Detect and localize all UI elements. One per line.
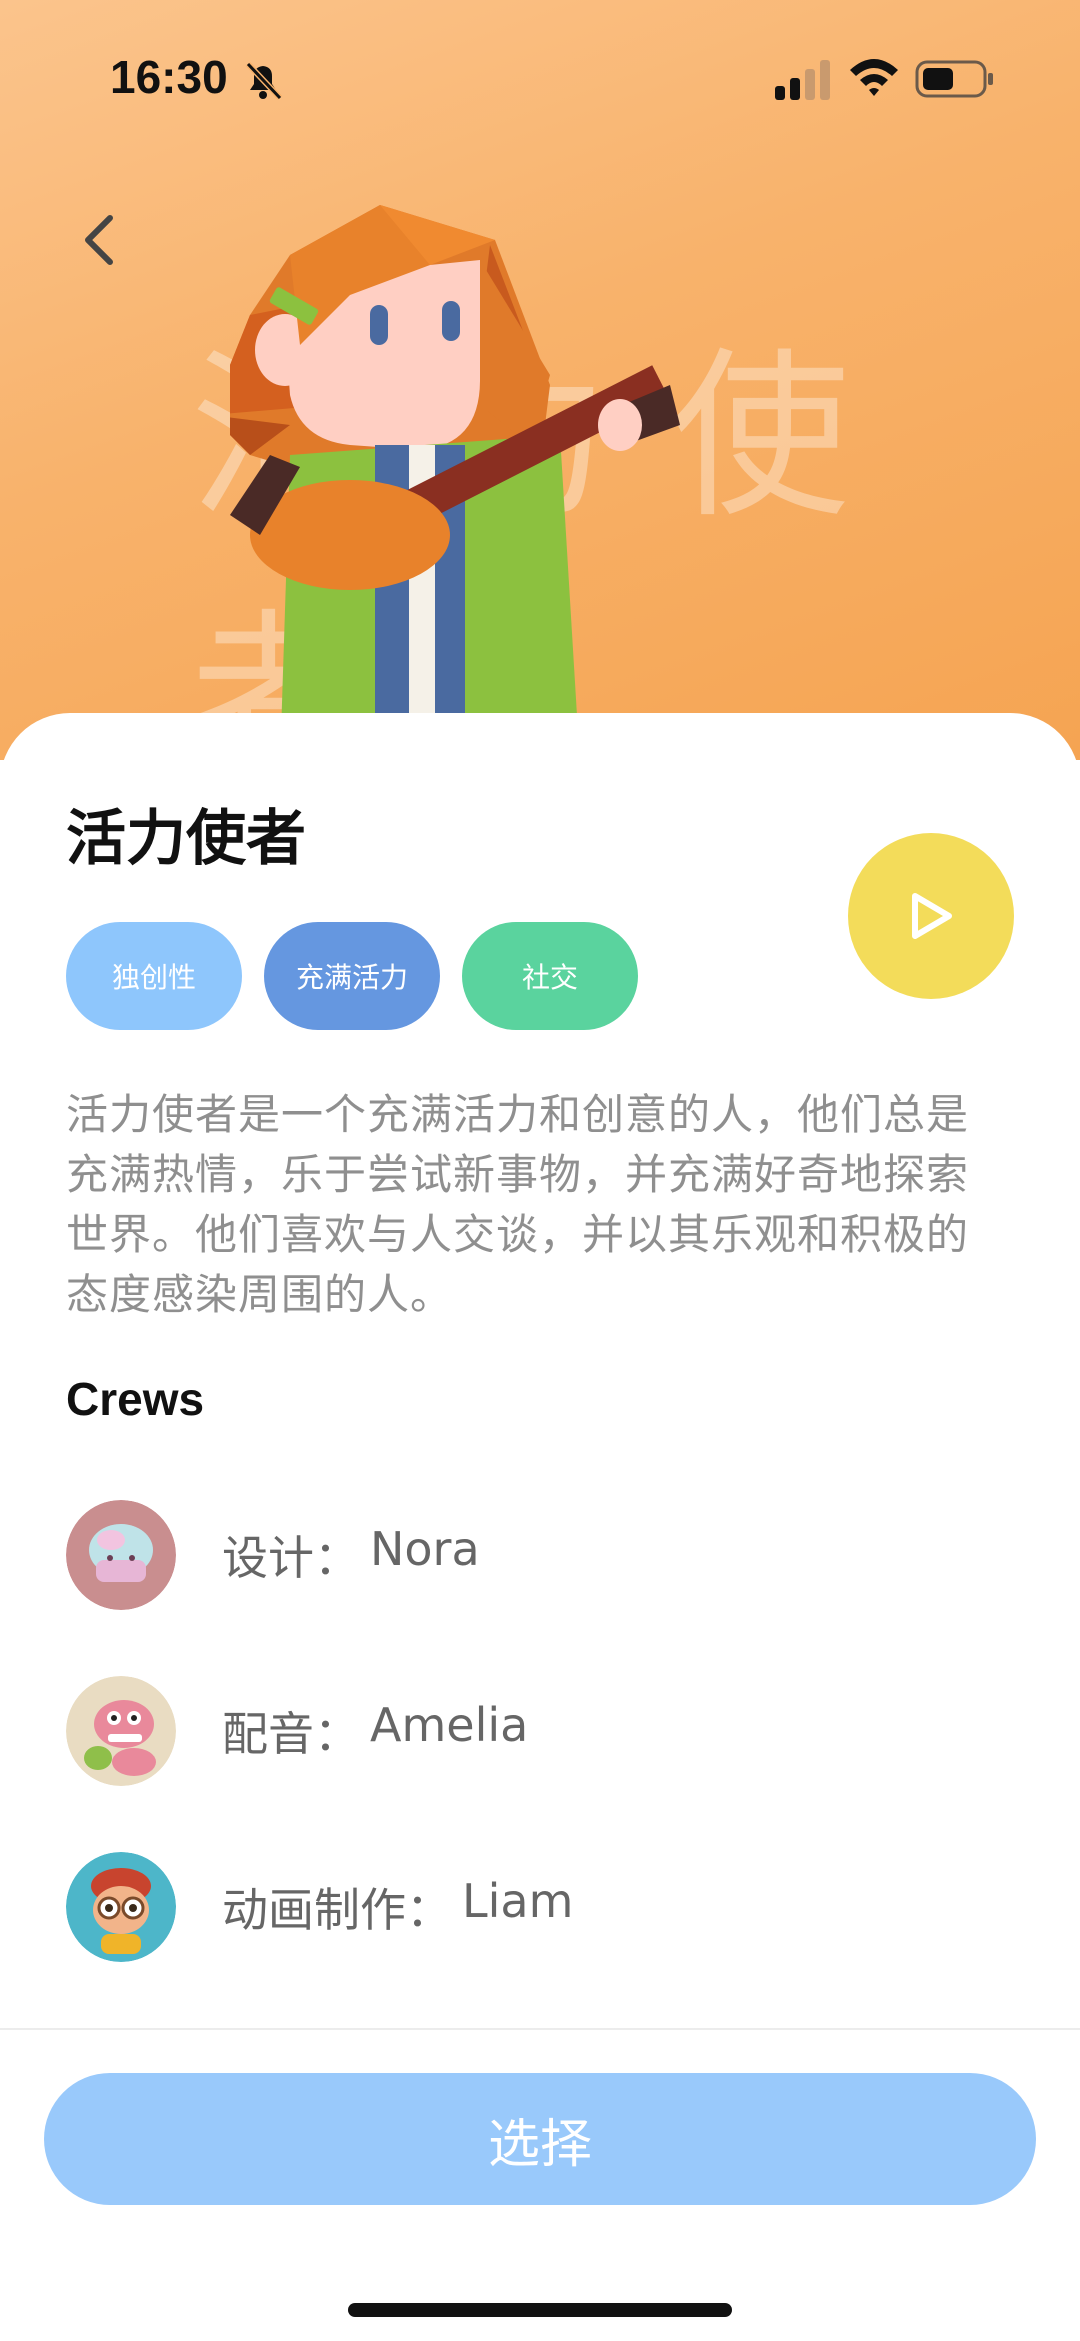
bottom-divider xyxy=(0,2028,1080,2030)
trait-tags: 独创性 充满活力 社交 xyxy=(66,922,638,1030)
crew-row-voice: 配音： Amelia xyxy=(66,1676,966,1786)
select-button[interactable]: 选择 xyxy=(44,2073,1036,2205)
crew-name: Nora xyxy=(370,1522,480,1576)
tag-originality: 独创性 xyxy=(66,922,242,1030)
mute-bell-icon xyxy=(245,61,283,101)
hero-banner: 活力使者 16:30 xyxy=(0,0,1080,760)
home-indicator[interactable] xyxy=(348,2303,732,2317)
character-description: 活力使者是一个充满活力和创意的人，他们总是充满热情，乐于尝试新事物，并充满好奇地… xyxy=(66,1090,970,1319)
cellular-signal-icon xyxy=(775,60,830,100)
crew-role: 动画制作： xyxy=(222,1883,452,1937)
jellyfish-avatar xyxy=(66,1500,176,1610)
crew-name: Amelia xyxy=(370,1698,529,1752)
dinosaur-avatar xyxy=(66,1676,176,1786)
status-time: 16:30 xyxy=(110,51,228,103)
tag-social: 社交 xyxy=(462,922,638,1030)
character-title: 活力使者 xyxy=(66,804,306,874)
wifi-icon xyxy=(850,59,898,96)
monkey-avatar xyxy=(66,1852,176,1962)
play-voice-button[interactable] xyxy=(848,833,1014,999)
status-bar: 16:30 xyxy=(0,0,1080,160)
crews-heading: Crews xyxy=(66,1373,205,1425)
crew-name: Liam xyxy=(462,1874,574,1928)
crew-row-animation: 动画制作： Liam xyxy=(66,1852,966,1962)
crew-row-design: 设计： Nora xyxy=(66,1500,966,1610)
battery-icon xyxy=(915,60,993,98)
character-illustration xyxy=(230,205,680,760)
tag-energetic: 充满活力 xyxy=(264,922,440,1030)
back-chevron-icon[interactable] xyxy=(78,210,122,270)
crew-role: 配音： xyxy=(222,1707,360,1761)
play-icon xyxy=(912,893,952,939)
crew-role: 设计： xyxy=(222,1531,360,1585)
